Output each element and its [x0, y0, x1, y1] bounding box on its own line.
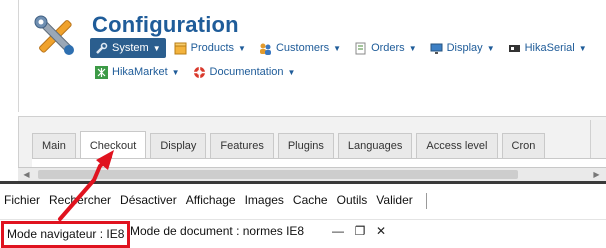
menu-display[interactable]: Display ▼ [425, 38, 500, 58]
browser-mode-button[interactable]: Mode navigateur : IE8 [1, 221, 131, 248]
menu-system[interactable]: System ▼ [90, 38, 166, 58]
devtools-menu-disable[interactable]: Désactiver [120, 193, 177, 207]
menu-documentation[interactable]: Documentation ▼ [188, 62, 301, 82]
monitor-icon [430, 43, 443, 54]
menu-customers-label: Customers [275, 42, 330, 54]
minimize-icon[interactable]: — [330, 223, 346, 239]
chevron-down-icon: ▼ [152, 43, 161, 53]
menu-orders-label: Orders [371, 42, 405, 54]
menu-orders[interactable]: Orders ▼ [349, 38, 422, 58]
devtools-separator [426, 193, 427, 209]
devtools-menu-images[interactable]: Images [245, 193, 284, 207]
menu-hikaserial-label: HikaSerial [524, 42, 575, 54]
lifebuoy-icon [193, 66, 205, 78]
devtools-menu-find[interactable]: Rechercher [49, 193, 111, 207]
tab-plugins[interactable]: Plugins [277, 133, 334, 159]
page-title: Configuration [92, 12, 239, 37]
menu-products-label: Products [190, 42, 235, 54]
menu-display-label: Display [446, 42, 483, 54]
scroll-left-icon[interactable]: ◀ [20, 168, 33, 181]
chevron-down-icon: ▼ [408, 43, 417, 53]
devtools-menu-file[interactable]: Fichier [4, 193, 40, 207]
devtools-menu: Fichier Rechercher Désactiver Affichage … [4, 193, 422, 207]
chevron-down-icon: ▼ [287, 67, 296, 77]
left-divider [18, 0, 19, 112]
close-icon[interactable]: ✕ [373, 223, 389, 239]
menu-hikamarket[interactable]: HikaMarket ▼ [90, 62, 185, 82]
document-mode-button[interactable]: Mode de document : normes IE8 [130, 224, 304, 238]
devtools-menu-cache[interactable]: Cache [293, 193, 328, 207]
wrench-icon [96, 42, 108, 54]
scrollbar-thumb[interactable] [38, 170, 518, 179]
menu-hikamarket-label: HikaMarket [112, 66, 168, 78]
users-icon [259, 43, 271, 55]
menu-system-label: System [112, 42, 149, 54]
market-icon [95, 65, 108, 79]
tab-features[interactable]: Features [210, 133, 274, 159]
admin-header: Configuration System ▼ Products ▼ Custom… [0, 0, 606, 112]
developer-tools: Fichier Rechercher Désactiver Affichage … [0, 181, 606, 248]
chevron-down-icon: ▼ [238, 43, 246, 53]
restore-icon[interactable]: ❐ [352, 223, 368, 239]
devtools-menu-validate[interactable]: Valider [376, 193, 412, 207]
box-icon [174, 42, 187, 54]
tab-cron[interactable]: Cron [501, 133, 546, 159]
config-tabs: Main Checkout Display Features Plugins L… [32, 131, 549, 159]
tools-logo-icon [34, 15, 74, 55]
menu-customers[interactable]: Customers ▼ [254, 38, 346, 58]
chevron-down-icon: ▼ [333, 43, 342, 53]
devtools-menu-view[interactable]: Affichage [186, 193, 236, 207]
tab-languages[interactable]: Languages [337, 133, 413, 159]
menu-documentation-label: Documentation [209, 66, 284, 78]
tab-checkout[interactable]: Checkout [79, 131, 147, 159]
menu-hikaserial[interactable]: HikaSerial ▼ [503, 38, 592, 58]
order-icon [355, 42, 366, 54]
horizontal-scrollbar[interactable]: ◀ ▶ [18, 167, 606, 181]
tab-main[interactable]: Main [32, 133, 76, 159]
scroll-right-icon[interactable]: ▶ [590, 168, 603, 181]
tab-display[interactable]: Display [150, 133, 207, 159]
chevron-down-icon: ▼ [486, 43, 495, 53]
devtools-menu-tools[interactable]: Outils [337, 193, 368, 207]
serial-icon [508, 44, 520, 52]
chevron-down-icon: ▼ [578, 43, 587, 53]
tab-access-level[interactable]: Access level [416, 133, 498, 159]
chevron-down-icon: ▼ [171, 67, 180, 77]
menu-products[interactable]: Products ▼ [169, 38, 251, 58]
